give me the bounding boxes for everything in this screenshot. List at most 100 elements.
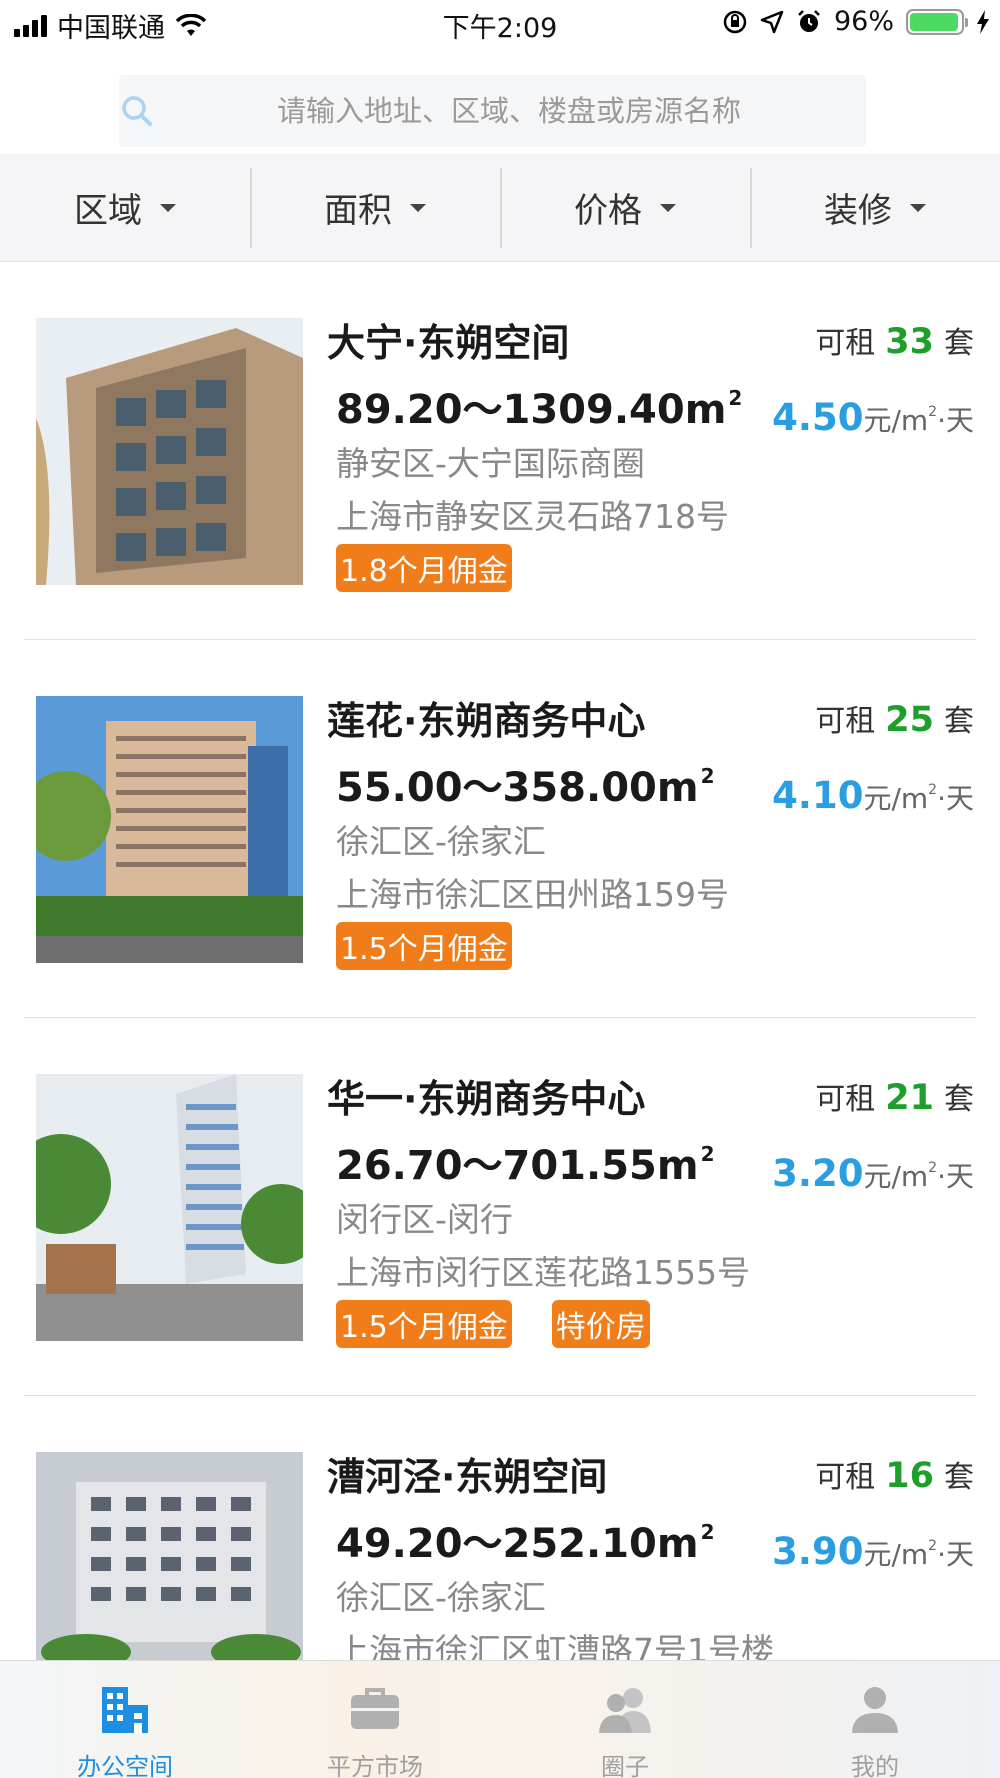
- tab-mine[interactable]: 我的: [750, 1661, 1000, 1778]
- price: 3.20元/m2·天: [772, 1152, 974, 1195]
- chevron-down-icon: [660, 203, 676, 212]
- listing-title: 莲花·东朔商务中心: [327, 699, 646, 743]
- search-input[interactable]: [189, 75, 829, 147]
- price: 4.10元/m2·天: [772, 774, 974, 817]
- filter-price[interactable]: 价格: [500, 154, 750, 261]
- alarm-icon: [798, 9, 820, 32]
- price: 3.90元/m2·天: [772, 1530, 974, 1573]
- price-value: 4.50: [772, 396, 864, 439]
- search-bar[interactable]: [119, 75, 866, 147]
- listing-photo: [36, 696, 303, 963]
- listing-card[interactable]: 莲花·东朔商务中心 可租 25 套 55.00～358.00m 2 4.10元/m2·…: [0, 640, 1000, 1018]
- price-unit: 元/m: [863, 404, 929, 437]
- area-value: 26.70～701.55m: [336, 1143, 699, 1189]
- battery-fill: [910, 12, 958, 31]
- commission-tag: 1.8个月佣金: [336, 544, 512, 592]
- availability: 可租 25 套: [815, 696, 974, 740]
- location-arrow-icon: [760, 10, 784, 33]
- price-value: 3.90: [772, 1530, 864, 1573]
- person-icon: [852, 1687, 898, 1733]
- listing-district: 闵行区-闵行: [336, 1200, 513, 1239]
- area-sup: 2: [728, 386, 743, 410]
- price-unit-day: ·天: [937, 404, 974, 437]
- chevron-down-icon: [410, 203, 426, 212]
- special-price-tag: 特价房: [551, 1300, 650, 1348]
- area-range: 55.00～358.00m 2: [336, 755, 714, 813]
- chevron-down-icon: [160, 203, 176, 212]
- listing-district: 静安区-大宁国际商圈: [336, 444, 645, 483]
- listing-address: 上海市徐汇区田州路159号: [336, 875, 729, 914]
- availability: 可租 21 套: [815, 1074, 974, 1118]
- orientation-lock-icon: [723, 10, 747, 33]
- availability-prefix: 可租: [815, 1460, 876, 1495]
- listing-photo: [36, 1074, 303, 1341]
- filter-label: 面积: [324, 191, 392, 231]
- filter-decoration[interactable]: 装修: [750, 154, 1000, 261]
- tab-label: 办公空间: [77, 1753, 173, 1778]
- price-unit: 元/m: [863, 1160, 929, 1193]
- tab-label: 平方市场: [327, 1753, 423, 1778]
- app-screen: 中国联通 下午2:09 96% 请输入地址、区域、楼盘或房源名称 区域 面积 价…: [0, 0, 1000, 1778]
- listing-address: 上海市闵行区莲花路1555号: [336, 1253, 750, 1292]
- price-value: 4.10: [772, 774, 864, 817]
- availability-prefix: 可租: [815, 704, 876, 739]
- area-value: 49.20～252.10m: [336, 1521, 699, 1567]
- listing-district: 徐汇区-徐家汇: [336, 1578, 546, 1617]
- filter-bar: 区域 面积 价格 装修: [0, 154, 1000, 262]
- commission-tag: 1.5个月佣金: [336, 1300, 512, 1348]
- availability-count: 33: [885, 322, 934, 362]
- tab-bar: 办公空间 平方市场 圈子 我的: [0, 1660, 1000, 1778]
- office-building-icon: [102, 1687, 148, 1733]
- area-range: 89.20～1309.40m 2: [336, 377, 742, 435]
- listing-title: 漕河泾·东朔空间: [327, 1455, 608, 1499]
- availability-count: 25: [885, 700, 934, 740]
- listing-address: 上海市静安区灵石路718号: [336, 497, 729, 536]
- availability: 可租 16 套: [815, 1452, 974, 1496]
- listing-title: 华一·东朔商务中心: [327, 1077, 646, 1121]
- area-sup: 2: [700, 1520, 715, 1544]
- availability-unit: 套: [944, 1460, 974, 1495]
- briefcase-icon: [351, 1688, 399, 1729]
- listing-card[interactable]: 华一·东朔商务中心 可租 21 套 26.70～701.55m 2 3.20元/m2·…: [0, 1018, 1000, 1396]
- listing-title: 大宁·东朔空间: [327, 321, 570, 365]
- area-sup: 2: [700, 764, 715, 788]
- area-range: 26.70～701.55m 2: [336, 1133, 714, 1191]
- area-value: 55.00～358.00m: [336, 765, 699, 811]
- price-value: 3.20: [772, 1152, 864, 1195]
- filter-label: 区域: [74, 191, 142, 231]
- tab-label: 我的: [851, 1753, 899, 1778]
- listing-tags: 1.8个月佣金: [336, 544, 512, 592]
- availability-prefix: 可租: [815, 1082, 876, 1117]
- price-unit-day: ·天: [937, 1160, 974, 1193]
- search-icon: [122, 96, 152, 126]
- filter-district[interactable]: 区域: [0, 154, 250, 261]
- availability-unit: 套: [944, 326, 974, 361]
- availability-count: 16: [885, 1456, 934, 1496]
- tab-office-space[interactable]: 办公空间: [0, 1661, 250, 1778]
- price-unit-day: ·天: [937, 1538, 974, 1571]
- commission-tag: 1.5个月佣金: [336, 922, 512, 970]
- listing-photo: [36, 318, 303, 585]
- listing-card[interactable]: 大宁·东朔空间 可租 33 套 89.20～1309.40m 2 4.50元/m2·天…: [0, 262, 1000, 640]
- filter-label: 装修: [824, 191, 892, 231]
- price-unit-sup: 2: [928, 1538, 938, 1554]
- availability: 可租 33 套: [815, 318, 974, 362]
- listing-district: 徐汇区-徐家汇: [336, 822, 546, 861]
- battery-percent: 96%: [833, 6, 894, 37]
- area-sup: 2: [700, 1142, 715, 1166]
- filter-label: 价格: [574, 191, 642, 231]
- availability-prefix: 可租: [815, 326, 876, 361]
- price-unit-sup: 2: [928, 404, 938, 420]
- tab-square-market[interactable]: 平方市场: [250, 1661, 500, 1778]
- filter-area[interactable]: 面积: [250, 154, 500, 261]
- price-unit-sup: 2: [928, 782, 938, 798]
- tab-label: 圈子: [601, 1753, 649, 1778]
- tab-circle[interactable]: 圈子: [500, 1661, 750, 1778]
- listing-tags: 1.5个月佣金: [336, 922, 512, 970]
- availability-count: 21: [885, 1078, 934, 1118]
- group-icon: [599, 1688, 651, 1733]
- area-value: 89.20～1309.40m: [336, 387, 727, 433]
- price-unit-day: ·天: [937, 782, 974, 815]
- listing-tags: 1.5个月佣金 特价房: [336, 1300, 650, 1348]
- status-bar: 中国联通 下午2:09 96%: [0, 0, 1000, 50]
